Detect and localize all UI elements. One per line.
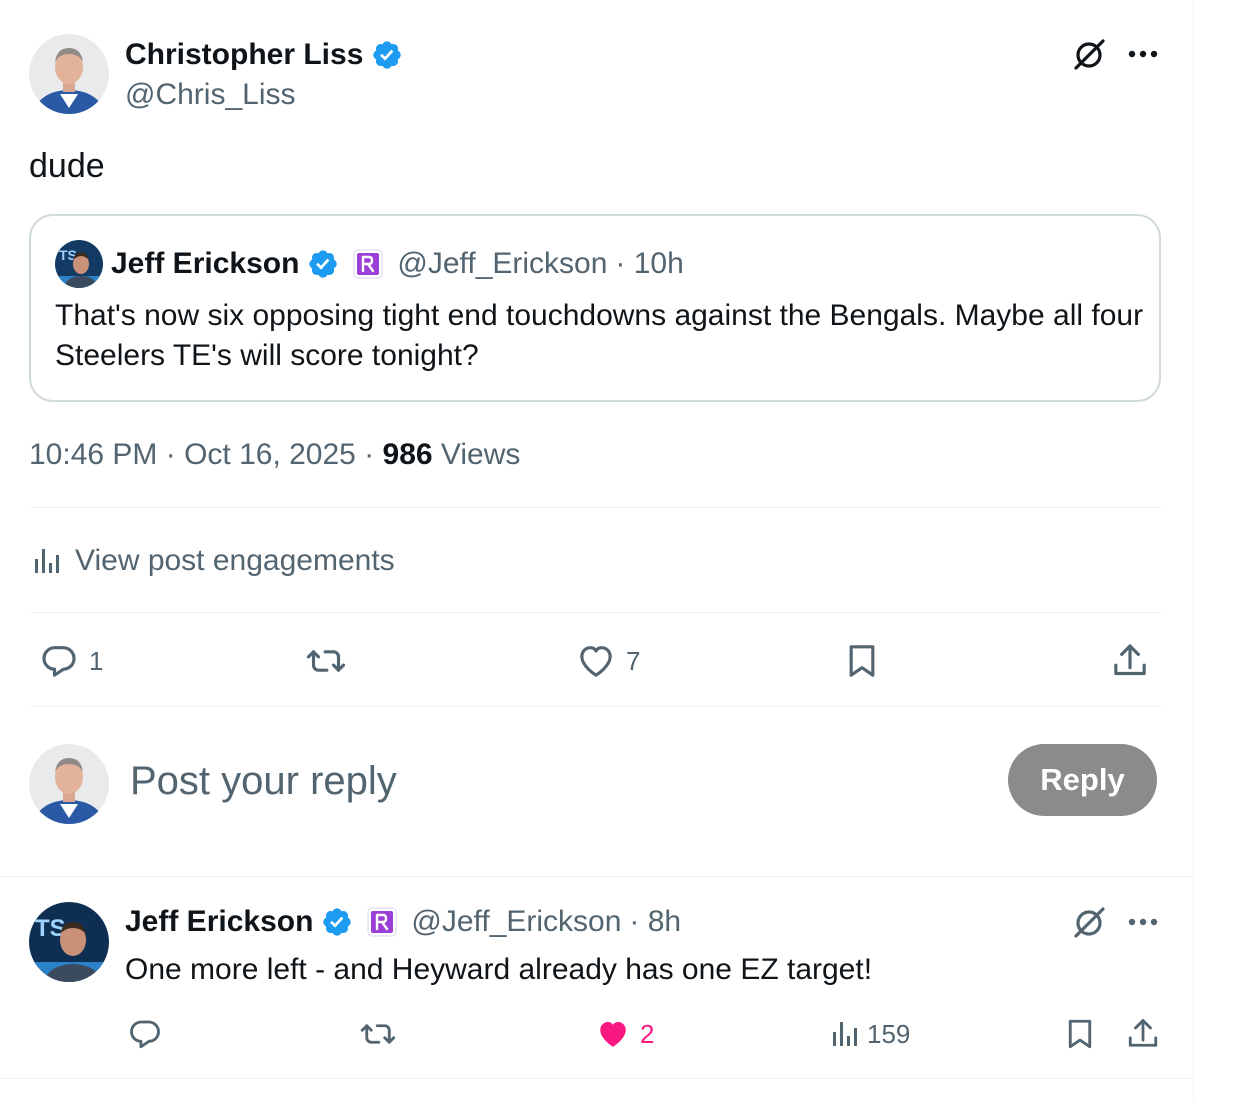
quoted-post-header: Jeff Erickson @Jeff_Erickson · 10h xyxy=(111,244,684,284)
author-name[interactable]: Christopher Liss xyxy=(125,36,403,74)
quoted-author-handle[interactable]: @Jeff_Erickson xyxy=(397,247,607,281)
like-action-liked[interactable]: 2 xyxy=(594,1014,654,1054)
like-action[interactable]: 7 xyxy=(574,640,640,682)
divider xyxy=(29,706,1162,707)
reply-button[interactable]: Reply xyxy=(1008,744,1157,816)
quoted-time[interactable]: · 10h xyxy=(615,247,683,281)
bookmark-action[interactable] xyxy=(1062,1014,1098,1054)
bookmark-icon xyxy=(849,645,875,677)
retweet-icon xyxy=(306,650,346,672)
reply-count: 1 xyxy=(89,645,104,676)
share-icon xyxy=(1128,1019,1158,1047)
avatar-jeff-erickson-small[interactable]: TS xyxy=(55,240,103,288)
verified-badge-icon xyxy=(323,908,352,936)
view-engagements-link[interactable]: View post engagements xyxy=(33,540,395,582)
share-action[interactable] xyxy=(1125,1014,1161,1054)
like-icon xyxy=(580,646,612,677)
divider xyxy=(29,612,1162,613)
views-count: 986 xyxy=(382,438,433,471)
views-action[interactable]: 159 xyxy=(831,1014,910,1054)
analytics-icon xyxy=(35,549,59,573)
grok-icon[interactable] xyxy=(1068,902,1110,942)
verified-badge-icon xyxy=(373,41,402,69)
retweet-icon xyxy=(360,1024,396,1044)
views-label: Views xyxy=(432,438,521,471)
reply-author-name[interactable]: Jeff Erickson xyxy=(125,905,313,939)
more-icon[interactable] xyxy=(1122,902,1164,942)
like-icon xyxy=(600,1022,626,1047)
timeline-border xyxy=(1193,0,1194,1102)
avatar-christopher-liss[interactable] xyxy=(29,34,109,114)
rotowire-affiliate-icon[interactable] xyxy=(353,249,383,279)
retweet-action[interactable] xyxy=(302,640,358,682)
reply-post-text: One more left - and Heyward already has … xyxy=(125,953,873,986)
grok-icon[interactable] xyxy=(1068,34,1110,74)
post-meta: 10:46 PM · Oct 16, 2025 · 986 Views xyxy=(29,434,520,476)
bookmark-action[interactable] xyxy=(842,640,882,682)
rotowire-affiliate-icon[interactable] xyxy=(367,907,397,937)
verified-badge-icon xyxy=(309,250,338,278)
bookmark-icon xyxy=(1068,1019,1092,1049)
quoted-author-name[interactable]: Jeff Erickson xyxy=(111,247,299,281)
quoted-post-text: That's now six opposing tight end touchd… xyxy=(55,299,1144,372)
share-icon xyxy=(1114,644,1146,676)
reply-action[interactable] xyxy=(126,1014,164,1054)
like-count: 7 xyxy=(626,645,641,676)
reply-author-handle[interactable]: @Jeff_Erickson xyxy=(411,905,621,939)
more-icon[interactable] xyxy=(1122,34,1164,74)
view-engagements-label: View post engagements xyxy=(75,544,395,577)
retweet-action[interactable] xyxy=(357,1014,399,1054)
reply-icon xyxy=(130,1020,160,1049)
reply-action[interactable]: 1 xyxy=(37,640,103,682)
reply-post-header: Jeff Erickson @Jeff_Erickson · 8h xyxy=(125,902,681,942)
post-text: dude xyxy=(29,147,105,185)
divider xyxy=(0,876,1193,877)
reply-icon xyxy=(42,646,76,677)
post-timestamp[interactable]: 10:46 PM · Oct 16, 2025 · xyxy=(29,438,383,471)
divider xyxy=(0,1078,1193,1079)
avatar-jeff-erickson[interactable]: TS xyxy=(29,902,109,982)
analytics-icon xyxy=(833,1022,857,1046)
avatar-current-user[interactable] xyxy=(29,744,109,824)
divider xyxy=(29,507,1162,508)
author-handle[interactable]: @Chris_Liss xyxy=(125,76,296,114)
reply-input[interactable]: Post your reply xyxy=(130,756,397,806)
views-count: 159 xyxy=(867,1018,911,1049)
share-action[interactable] xyxy=(1110,640,1150,682)
like-count: 2 xyxy=(640,1018,655,1049)
reply-time[interactable]: · 8h xyxy=(629,905,681,939)
